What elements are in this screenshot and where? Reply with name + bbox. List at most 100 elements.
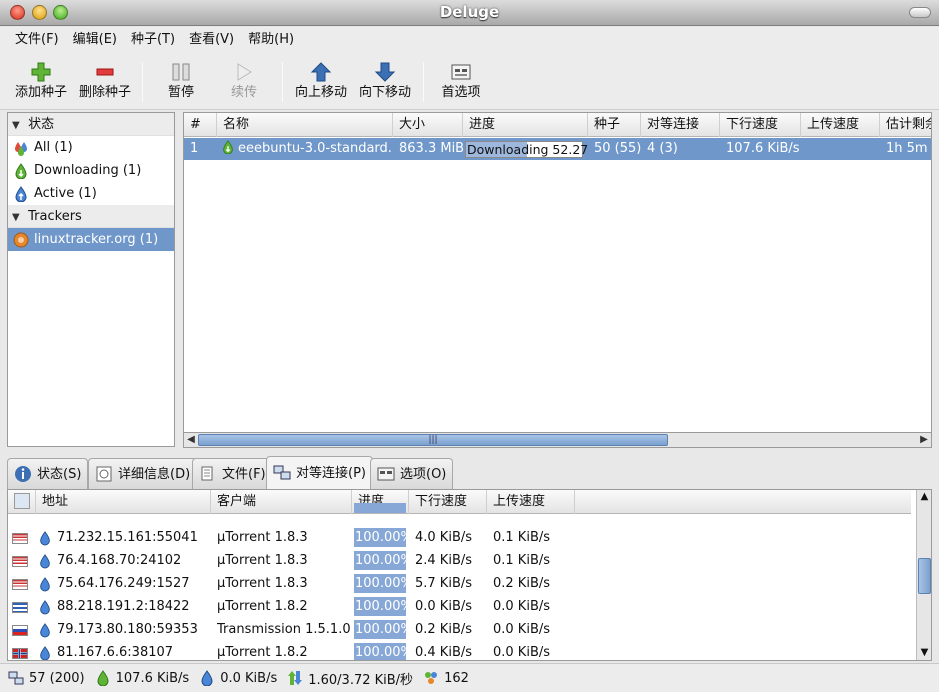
options-icon bbox=[377, 467, 395, 481]
grip-icon: ||| bbox=[428, 435, 438, 445]
connections-value: 57 (200) bbox=[29, 670, 85, 686]
menu-help[interactable]: 帮助(H) bbox=[241, 27, 301, 52]
peer-row[interactable]: 76.4.168.70:24102 µTorrent 1.8.3 100.00% 2.… bbox=[8, 549, 911, 572]
resume-label: 续传 bbox=[230, 85, 257, 100]
files-icon bbox=[201, 466, 213, 481]
peer-row[interactable]: 81.167.6.6:38107 µTorrent 1.8.2 100.00% 0.4… bbox=[8, 641, 911, 660]
peers-vscrollbar[interactable]: ▲ ▼ bbox=[916, 490, 931, 660]
peer-row[interactable]: 88.218.191.2:18422 µTorrent 1.8.2 100.00% 0… bbox=[8, 595, 911, 618]
vscroll-thumb[interactable] bbox=[918, 558, 931, 594]
details-icon bbox=[96, 466, 112, 482]
details-tabs: 状态(S) 详细信息(D) 文件(F) 对等连接(P) 选项(O) bbox=[7, 456, 932, 489]
scroll-up-arrow-icon[interactable]: ▲ bbox=[917, 490, 931, 504]
dht-nodes-icon bbox=[425, 672, 438, 684]
torrent-list-hscrollbar[interactable]: ◀ ||| ▶ bbox=[183, 432, 932, 448]
peer-down-speed: 2.4 KiB/s bbox=[415, 553, 473, 568]
peers-list: 地址 客户端 进度 下行速度 上传速度 71.232.15.161:55041 µ… bbox=[7, 489, 932, 661]
tab-label: 详细信息(D) bbox=[118, 466, 191, 482]
torrent-progress-bar: Downloading 52.27% bbox=[465, 141, 588, 158]
torrent-peers: 4 (3) bbox=[647, 141, 678, 156]
country-flag-icon bbox=[12, 556, 28, 567]
tab-label: 选项(O) bbox=[400, 466, 447, 482]
download-speed-status[interactable]: 107.6 KiB/s bbox=[95, 670, 189, 686]
column-header-up-speed[interactable]: 上传速度 bbox=[801, 113, 880, 137]
tab-label: 状态(S) bbox=[37, 466, 82, 482]
resume-button[interactable]: 续传 bbox=[223, 60, 265, 106]
pause-icon bbox=[172, 63, 190, 81]
move-down-label: 向下移动 bbox=[358, 85, 411, 100]
column-header-seeds[interactable]: 种子 bbox=[588, 113, 641, 137]
tab-details[interactable]: 详细信息(D) bbox=[88, 458, 198, 489]
peer-client: µTorrent 1.8.3 bbox=[217, 530, 308, 545]
connections-status[interactable]: 57 (200) bbox=[8, 670, 85, 686]
preferences-button[interactable]: 首选项 bbox=[440, 60, 482, 106]
scroll-right-arrow-icon[interactable]: ▶ bbox=[917, 433, 931, 447]
column-header-name[interactable]: 名称 bbox=[217, 113, 393, 137]
tab-files[interactable]: 文件(F) bbox=[192, 458, 273, 489]
peer-address: 81.167.6.6:38107 bbox=[57, 645, 174, 660]
menu-file[interactable]: 文件(F) bbox=[8, 27, 66, 52]
protocol-traffic-value: 1.60/3.72 KiB/秒 bbox=[308, 672, 414, 688]
connections-icon bbox=[8, 671, 24, 685]
menu-bar: 文件(F) 编辑(E) 种子(T) 查看(V) 帮助(H) bbox=[0, 27, 939, 52]
column-header-progress[interactable]: 进度 bbox=[463, 113, 588, 137]
pause-button[interactable]: 暂停 bbox=[160, 60, 202, 106]
filter-item-active[interactable]: Active (1) bbox=[8, 182, 174, 205]
torrent-up-speed bbox=[801, 138, 880, 160]
peer-row-partial[interactable] bbox=[8, 503, 911, 513]
maximize-window-button[interactable] bbox=[53, 5, 68, 20]
arrow-down-icon bbox=[374, 62, 396, 82]
tab-peers[interactable]: 对等连接(P) bbox=[266, 456, 373, 489]
filter-label: linuxtracker.org (1) bbox=[34, 232, 159, 247]
move-up-button[interactable]: 向上移动 bbox=[294, 60, 348, 106]
upload-speed-status[interactable]: 0.0 KiB/s bbox=[199, 670, 277, 686]
all-icon bbox=[15, 141, 27, 156]
peer-client: Transmission 1.5.1.0 bbox=[217, 622, 351, 637]
filter-item-tracker-linuxtracker[interactable]: linuxtracker.org (1) bbox=[8, 228, 174, 251]
column-header-eta[interactable]: 估计剩余 bbox=[880, 113, 931, 137]
peer-up-speed: 0.1 KiB/s bbox=[493, 530, 551, 545]
info-icon bbox=[15, 466, 31, 482]
status-filter-header[interactable]: ▼ 状态 bbox=[8, 113, 174, 136]
column-header-size[interactable]: 大小 bbox=[393, 113, 463, 137]
menu-torrent[interactable]: 种子(T) bbox=[124, 27, 182, 52]
filter-item-downloading[interactable]: Downloading (1) bbox=[8, 159, 174, 182]
column-header-peers[interactable]: 对等连接 bbox=[641, 113, 720, 137]
downloading-icon bbox=[15, 162, 27, 179]
menu-view[interactable]: 查看(V) bbox=[182, 27, 241, 52]
trackers-filter-header[interactable]: ▼ Trackers bbox=[8, 205, 174, 228]
peer-row[interactable]: 71.232.15.161:55041 µTorrent 1.8.3 100.00%… bbox=[8, 526, 911, 549]
toolbar: 添加种子 删除种子 暂停 续传 向上移动 向下移动 首选项 bbox=[0, 52, 939, 110]
peer-status-icon bbox=[40, 623, 50, 638]
scroll-left-arrow-icon[interactable]: ◀ bbox=[184, 433, 198, 447]
tab-options[interactable]: 选项(O) bbox=[370, 458, 454, 489]
filter-label: Active (1) bbox=[34, 186, 97, 201]
minimize-window-button[interactable] bbox=[32, 5, 47, 20]
toolbar-toggle-button[interactable] bbox=[909, 7, 931, 18]
scroll-down-arrow-icon[interactable]: ▼ bbox=[917, 646, 931, 660]
active-icon bbox=[15, 185, 27, 202]
dht-value: 162 bbox=[444, 670, 469, 686]
remove-torrent-button[interactable]: 删除种子 bbox=[78, 60, 132, 106]
torrent-row[interactable]: 1 eeebuntu-3.0-standard.iso 863.3 MiB Do… bbox=[184, 138, 931, 160]
plus-icon bbox=[31, 62, 51, 82]
torrent-progress-cell: Downloading 52.27% bbox=[463, 138, 588, 160]
add-torrent-button[interactable]: 添加种子 bbox=[14, 60, 68, 106]
country-flag-icon bbox=[12, 602, 28, 613]
move-down-button[interactable]: 向下移动 bbox=[358, 60, 412, 106]
tracker-icon bbox=[13, 232, 29, 247]
peer-row[interactable]: 79.173.80.180:59353 Transmission 1.5.1.0 1… bbox=[8, 618, 911, 641]
tab-status[interactable]: 状态(S) bbox=[7, 458, 89, 489]
peer-address: 79.173.80.180:59353 bbox=[57, 622, 198, 637]
close-window-button[interactable] bbox=[10, 5, 25, 20]
peer-row[interactable]: 75.64.176.249:1527 µTorrent 1.8.3 100.00% 5… bbox=[8, 572, 911, 595]
peer-status-icon bbox=[40, 600, 50, 615]
filter-item-all[interactable]: All (1) bbox=[8, 136, 174, 159]
country-flag-icon bbox=[12, 533, 28, 544]
hscroll-thumb[interactable]: ||| bbox=[198, 434, 668, 446]
peer-status-icon bbox=[40, 531, 50, 546]
peer-client: µTorrent 1.8.3 bbox=[217, 576, 308, 591]
column-header-down-speed[interactable]: 下行速度 bbox=[720, 113, 801, 137]
column-header-number[interactable]: # bbox=[184, 113, 217, 137]
menu-edit[interactable]: 编辑(E) bbox=[66, 27, 124, 52]
